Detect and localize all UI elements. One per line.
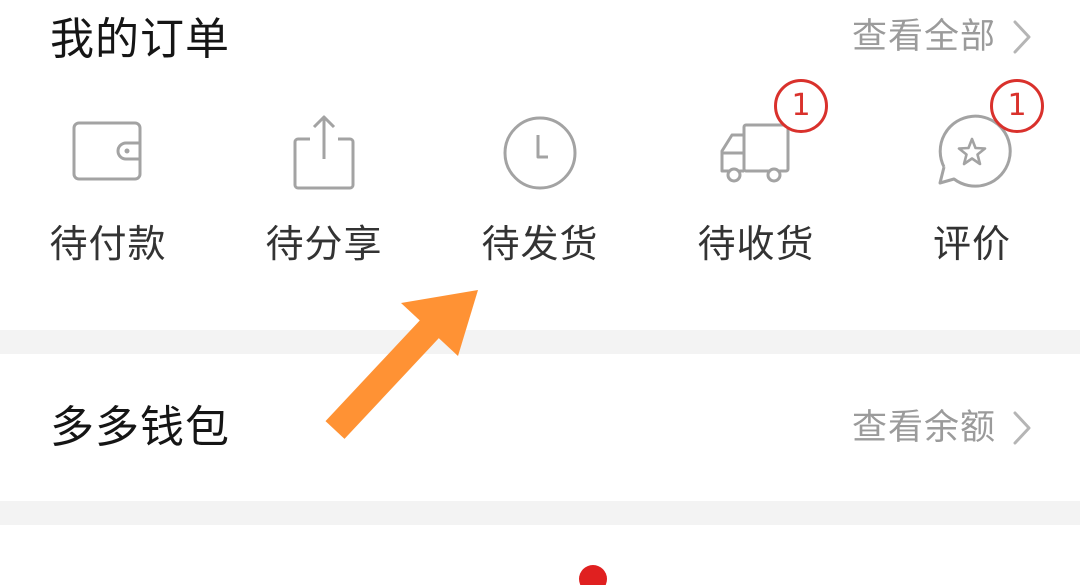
- wallet-title: 多多钱包: [50, 402, 230, 453]
- order-item-pending-shipment[interactable]: 待发货: [432, 95, 648, 295]
- notification-dot: [579, 565, 607, 585]
- chevron-right-icon: [1013, 411, 1031, 445]
- order-item-label: 评价: [932, 222, 1011, 266]
- chevron-right-icon: [1013, 20, 1031, 54]
- next-section: [0, 525, 1080, 585]
- order-item-label: 待收货: [697, 222, 815, 266]
- page: 我的订单 查看全部 待付款 待分享 待发货 待收货 1 评价 1 多多钱包 查看…: [0, 0, 1080, 585]
- order-item-pending-receipt[interactable]: 待收货 1: [648, 79, 864, 295]
- order-status-row: 待付款 待分享 待发货 待收货 1 评价 1: [0, 79, 1080, 295]
- order-item-label: 待发货: [481, 222, 599, 266]
- order-item-pending-share[interactable]: 待分享: [216, 95, 432, 295]
- order-item-label: 待分享: [265, 222, 383, 266]
- order-item-pending-payment[interactable]: 待付款: [0, 95, 216, 295]
- section-separator: [0, 330, 1080, 354]
- view-all-orders-link[interactable]: 查看全部: [852, 15, 1034, 59]
- unread-count-badge: 1: [990, 79, 1044, 133]
- orders-title: 我的订单: [50, 14, 230, 65]
- clock-icon: [503, 116, 577, 190]
- my-orders-section: 我的订单 查看全部 待付款 待分享 待发货 待收货 1 评价 1: [0, 0, 1080, 330]
- order-item-label: 待付款: [49, 222, 167, 266]
- order-item-review[interactable]: 评价 1: [864, 79, 1080, 295]
- wallet-icon: [72, 121, 142, 181]
- wallet-section: 多多钱包 查看余额: [0, 354, 1080, 501]
- share-icon: [293, 115, 355, 190]
- view-balance-label: 查看余额: [851, 407, 996, 448]
- view-balance-link[interactable]: 查看余额: [852, 406, 1034, 450]
- view-all-label: 查看全部: [851, 16, 996, 57]
- unread-count-badge: 1: [774, 79, 828, 133]
- section-separator: [0, 501, 1080, 525]
